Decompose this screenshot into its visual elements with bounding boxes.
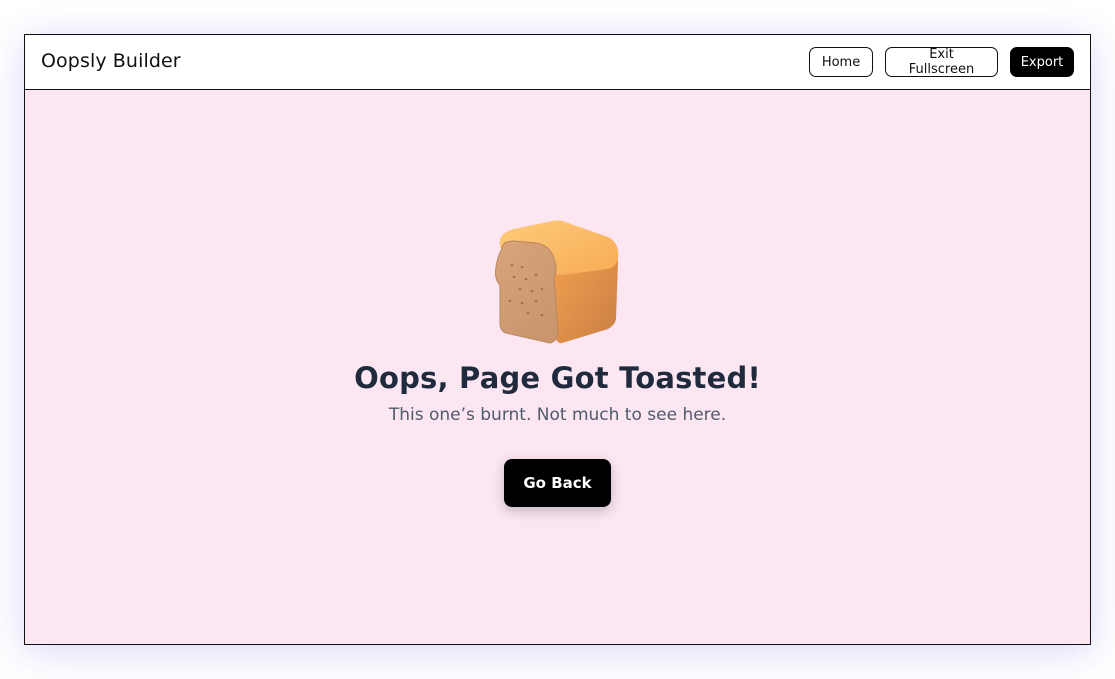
app-window: Oopsly Builder Home Exit Fullscreen Expo…: [24, 34, 1091, 645]
export-button[interactable]: Export: [1010, 47, 1074, 77]
top-bar: Oopsly Builder Home Exit Fullscreen Expo…: [25, 35, 1090, 90]
toast-bread-icon: [494, 220, 618, 344]
page-title: Oops, Page Got Toasted!: [354, 361, 761, 395]
home-button[interactable]: Home: [809, 47, 873, 77]
app-brand: Oopsly Builder: [41, 50, 181, 72]
page-subtitle: This one’s burnt. Not much to see here.: [388, 405, 727, 425]
go-back-button[interactable]: Go Back: [504, 459, 611, 507]
exit-fullscreen-button[interactable]: Exit Fullscreen: [885, 47, 998, 77]
page-canvas: Oopsly Builder Home Exit Fullscreen Expo…: [0, 0, 1115, 679]
error-content: Oops, Page Got Toasted! This one’s burnt…: [25, 90, 1090, 644]
top-nav: Home Exit Fullscreen Export: [809, 47, 1074, 77]
